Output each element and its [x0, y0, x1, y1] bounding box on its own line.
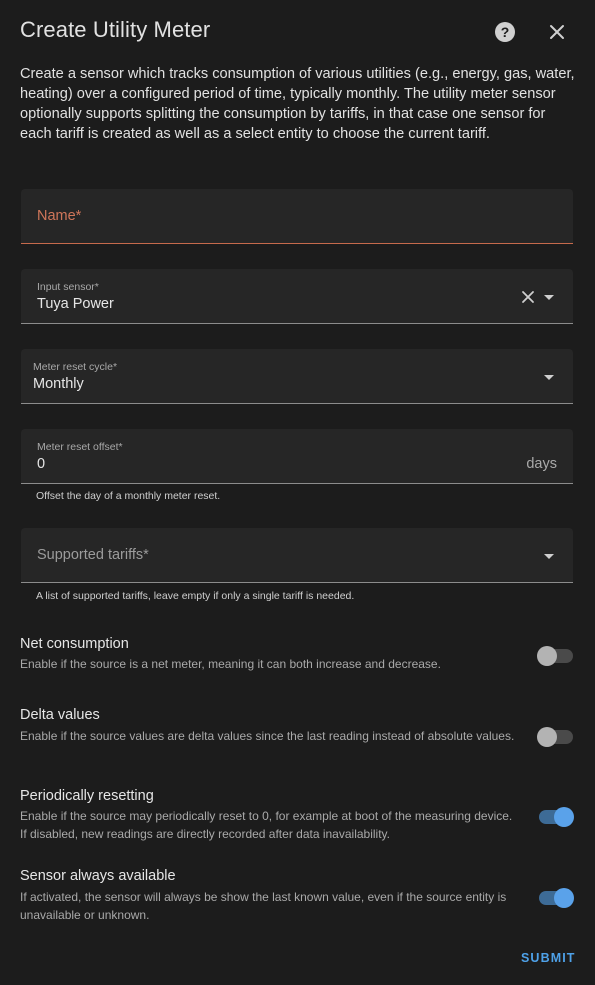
reset-cycle-value: Monthly: [33, 376, 84, 392]
chevron-down-icon[interactable]: [544, 295, 554, 300]
input-sensor-value: Tuya Power: [37, 296, 114, 312]
reset-cycle-select[interactable]: Meter reset cycle* Monthly: [21, 349, 573, 404]
reset-offset-helper: Offset the day of a monthly meter reset.: [36, 490, 221, 502]
help-circle-icon[interactable]: ?: [493, 20, 517, 44]
reset-offset-field[interactable]: Meter reset offset* 0 days: [21, 429, 573, 484]
delta-values-description: Enable if the source values are delta va…: [20, 729, 515, 743]
chevron-down-icon[interactable]: [544, 375, 554, 380]
clear-icon[interactable]: [521, 290, 535, 304]
dialog-description: Create a sensor which tracks consumption…: [20, 66, 575, 142]
create-utility-meter-dialog: Create Utility Meter ? Create a sensor w…: [0, 0, 595, 985]
delta-values-toggle[interactable]: [537, 726, 573, 747]
tariffs-helper: A list of supported tariffs, leave empty…: [36, 590, 355, 602]
reset-cycle-label: Meter reset cycle*: [33, 361, 118, 373]
reset-offset-suffix: days: [526, 456, 557, 472]
net-consumption-toggle[interactable]: [537, 645, 573, 666]
sensor-always-available-title: Sensor always available: [20, 868, 176, 884]
name-field[interactable]: Name*: [21, 189, 573, 244]
periodically-resetting-title: Periodically resetting: [20, 788, 154, 804]
dialog-title: Create Utility Meter: [20, 17, 211, 42]
toggle-knob: [537, 727, 557, 747]
submit-button[interactable]: SUBMIT: [521, 951, 576, 965]
net-consumption-description: Enable if the source is a net meter, mea…: [20, 657, 441, 671]
toggle-knob: [554, 888, 574, 908]
delta-values-title: Delta values: [20, 707, 100, 723]
name-placeholder: Name*: [37, 208, 82, 224]
input-sensor-field[interactable]: Input sensor* Tuya Power: [21, 269, 573, 324]
close-icon[interactable]: [545, 20, 569, 44]
tariffs-select[interactable]: Supported tariffs*: [21, 528, 573, 583]
input-sensor-label: Input sensor*: [37, 281, 99, 293]
toggle-knob: [554, 807, 574, 827]
reset-offset-value: 0: [37, 456, 46, 472]
periodically-resetting-description: Enable if the source may periodically re…: [20, 809, 513, 841]
tariffs-placeholder: Supported tariffs*: [37, 547, 149, 563]
svg-text:?: ?: [501, 24, 510, 40]
reset-offset-label: Meter reset offset*: [37, 441, 123, 453]
chevron-down-icon[interactable]: [544, 554, 554, 559]
periodically-resetting-toggle[interactable]: [537, 806, 574, 827]
sensor-always-available-description: If activated, the sensor will always be …: [20, 890, 507, 922]
toggle-knob: [537, 646, 557, 666]
net-consumption-title: Net consumption: [20, 636, 129, 652]
sensor-always-available-toggle[interactable]: [537, 887, 574, 908]
